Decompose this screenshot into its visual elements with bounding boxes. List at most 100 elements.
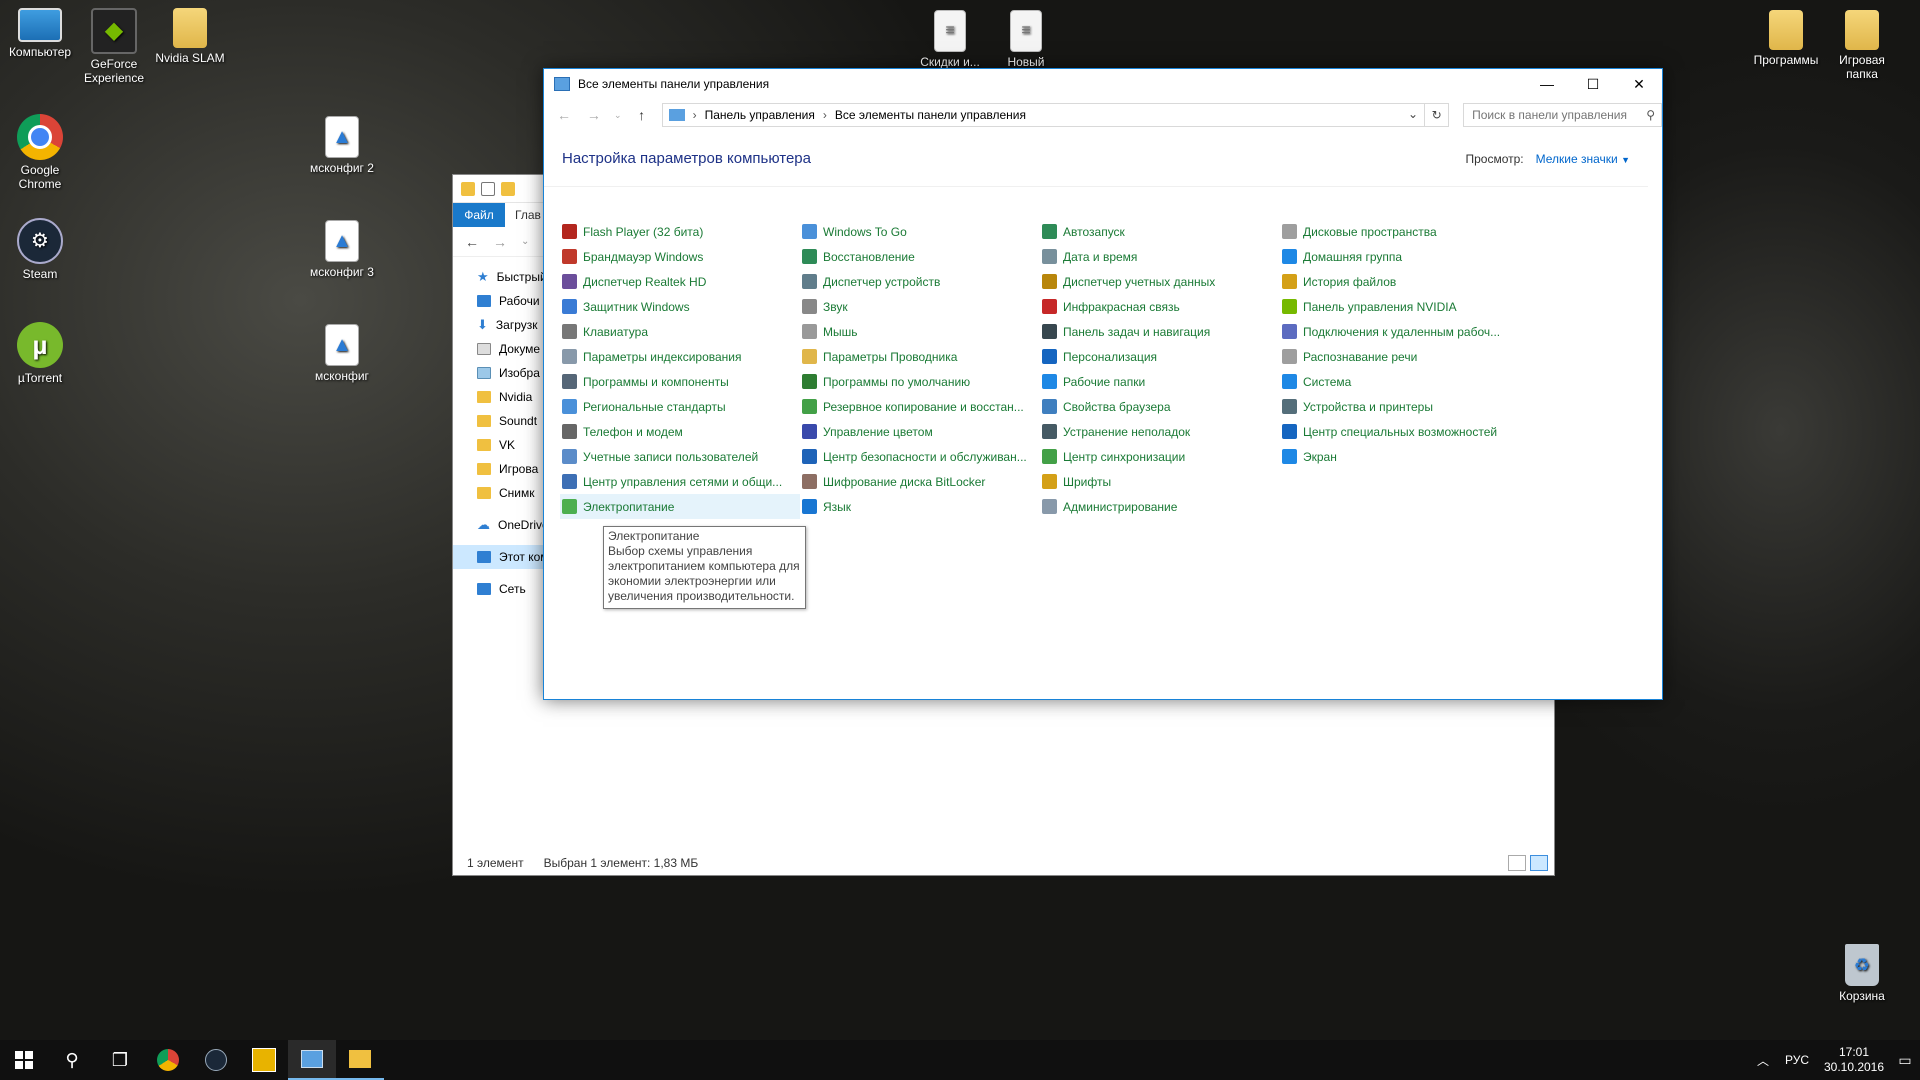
forward-arrow-icon[interactable]: → (584, 107, 604, 123)
cp-item[interactable]: Учетные записи пользователей (560, 444, 800, 469)
back-arrow-icon[interactable]: ← (465, 234, 479, 250)
search-icon[interactable]: ⚲ (1646, 108, 1655, 122)
notification-icon[interactable]: ▭ (1890, 1052, 1920, 1069)
cp-item[interactable]: Звук (800, 294, 1040, 319)
cp-item[interactable]: История файлов (1280, 269, 1520, 294)
forward-arrow-icon[interactable]: → (493, 234, 507, 250)
minimize-button[interactable]: — (1524, 69, 1570, 99)
cp-item[interactable]: Диспетчер устройств (800, 269, 1040, 294)
recent-locations-icon[interactable]: ⌄ (614, 110, 622, 121)
cp-item[interactable]: Параметры Проводника (800, 344, 1040, 369)
desktop-icon-discounts[interactable]: ≡ Скидки и... (910, 10, 990, 69)
search-input[interactable] (1472, 108, 1643, 122)
desktop-icon-geforce[interactable]: ◆ GeForce Experience (74, 8, 154, 85)
taskbar-chrome[interactable] (144, 1040, 192, 1080)
cp-item[interactable]: Панель управления NVIDIA (1280, 294, 1520, 319)
desktop-icon-computer[interactable]: Компьютер (0, 8, 80, 59)
chevron-up-icon[interactable]: ︿ (1750, 1052, 1776, 1069)
large-icons-view-icon[interactable] (1530, 855, 1548, 871)
cp-item[interactable]: Шрифты (1040, 469, 1280, 494)
cp-item[interactable]: Дата и время (1040, 244, 1280, 269)
start-button[interactable] (0, 1040, 48, 1080)
cp-item[interactable]: Региональные стандарты (560, 394, 800, 419)
cp-item[interactable]: Домашняя группа (1280, 244, 1520, 269)
desktop-icon-utorrent[interactable]: µ µTorrent (0, 322, 80, 385)
taskbar-app-yellow[interactable] (240, 1040, 288, 1080)
task-view-button[interactable]: ❐ (96, 1040, 144, 1080)
new-folder-icon[interactable] (501, 181, 515, 196)
desktop-icon-msconfig-2[interactable]: ▲ мсконфиг 2 (302, 116, 382, 175)
sidebar-item-quick-access[interactable]: ★ Быстрый (453, 265, 549, 289)
cp-item[interactable]: Система (1280, 369, 1520, 394)
cp-item[interactable]: Автозапуск (1040, 219, 1280, 244)
desktop-icon-msconfig[interactable]: ▲ мсконфиг (302, 324, 382, 383)
desktop-icon-game-folder[interactable]: Игровая папка (1822, 10, 1902, 81)
cp-item[interactable]: Диспетчер Realtek HD (560, 269, 800, 294)
sidebar-item-onedrive[interactable]: ☁ OneDrive (453, 513, 549, 537)
cp-item[interactable]: Flash Player (32 бита) (560, 219, 800, 244)
cp-item[interactable]: Свойства браузера (1040, 394, 1280, 419)
cp-item[interactable]: Телефон и модем (560, 419, 800, 444)
cp-item[interactable]: Устранение неполадок (1040, 419, 1280, 444)
up-arrow-icon[interactable]: ↑ (632, 107, 652, 123)
taskbar-file-explorer[interactable] (336, 1040, 384, 1080)
cp-item[interactable]: Программы и компоненты (560, 369, 800, 394)
cp-item[interactable]: Клавиатура (560, 319, 800, 344)
taskbar-control-panel[interactable] (288, 1040, 336, 1080)
cp-item[interactable]: Распознавание речи (1280, 344, 1520, 369)
cp-item[interactable]: Мышь (800, 319, 1040, 344)
sidebar-item-nvidia[interactable]: Nvidia (453, 385, 549, 409)
sidebar-item-game-folder[interactable]: Игрова (453, 457, 549, 481)
sidebar-item-vk[interactable]: VK (453, 433, 549, 457)
sidebar-item-network[interactable]: Сеть (453, 577, 549, 601)
cp-item[interactable]: Резервное копирование и восстан... (800, 394, 1040, 419)
cp-item[interactable]: Защитник Windows (560, 294, 800, 319)
chevron-down-icon[interactable]: ⌄ (1408, 107, 1418, 121)
cp-item[interactable]: Устройства и принтеры (1280, 394, 1520, 419)
properties-icon[interactable] (481, 181, 495, 196)
breadcrumb-all-items[interactable]: Все элементы панели управления (835, 108, 1026, 122)
desktop-icon-msconfig-3[interactable]: ▲ мсконфиг 3 (302, 220, 382, 279)
clock[interactable]: 17:01 30.10.2016 (1818, 1045, 1890, 1075)
cp-item[interactable]: Восстановление (800, 244, 1040, 269)
refresh-icon[interactable]: ↻ (1424, 104, 1448, 126)
cp-item[interactable]: Язык (800, 494, 1040, 519)
chevron-down-icon[interactable]: ⌄ (521, 236, 529, 247)
cp-item[interactable]: Центр безопасности и обслуживан... (800, 444, 1040, 469)
cp-item[interactable]: Экран (1280, 444, 1520, 469)
ribbon-file-tab[interactable]: Файл (453, 203, 505, 227)
folder-icon[interactable] (461, 181, 475, 196)
sidebar-item-soundtrack[interactable]: Soundt (453, 409, 549, 433)
desktop-icon-nvidia-slam[interactable]: Nvidia SLAM (150, 8, 230, 65)
sidebar-item-screenshots[interactable]: Снимк (453, 481, 549, 505)
desktop-icon-recycle-bin[interactable]: ♻ Корзина (1822, 944, 1902, 1003)
cp-item[interactable]: Центр специальных возможностей (1280, 419, 1520, 444)
desktop-icon-steam[interactable]: ⚙ Steam (0, 218, 80, 281)
details-view-icon[interactable] (1508, 855, 1526, 871)
search-button[interactable]: ⚲ (48, 1040, 96, 1080)
cp-item[interactable]: Инфракрасная связь (1040, 294, 1280, 319)
address-bar[interactable]: › Панель управления › Все элементы панел… (661, 103, 1450, 127)
cp-item[interactable]: Подключения к удаленным рабоч... (1280, 319, 1520, 344)
desktop-icon-new[interactable]: ≡ Новый (986, 10, 1066, 69)
cp-item[interactable]: Диспетчер учетных данных (1040, 269, 1280, 294)
desktop-icon-chrome[interactable]: Google Chrome (0, 114, 80, 191)
desktop-icon-programs[interactable]: Программы (1746, 10, 1826, 67)
cp-item[interactable]: Администрирование (1040, 494, 1280, 519)
back-arrow-icon[interactable]: ← (554, 107, 574, 123)
cp-item[interactable]: Windows To Go (800, 219, 1040, 244)
sidebar-item-downloads[interactable]: ⬇ Загрузк (453, 313, 549, 337)
view-mode-dropdown[interactable]: Мелкие значки ▼ (1536, 152, 1630, 166)
breadcrumb-control-panel[interactable]: Панель управления (705, 108, 815, 122)
cp-item[interactable]: Центр синхронизации (1040, 444, 1280, 469)
cp-item[interactable]: Управление цветом (800, 419, 1040, 444)
sidebar-item-this-pc[interactable]: Этот ком (453, 545, 549, 569)
sidebar-item-pictures[interactable]: Изобра (453, 361, 549, 385)
cp-item[interactable]: Панель задач и навигация (1040, 319, 1280, 344)
language-indicator[interactable]: РУС (1776, 1053, 1818, 1067)
cp-item[interactable]: Центр управления сетями и общи... (560, 469, 800, 494)
cp-item[interactable]: Рабочие папки (1040, 369, 1280, 394)
cp-item[interactable]: Дисковые пространства (1280, 219, 1520, 244)
cp-item[interactable]: Программы по умолчанию (800, 369, 1040, 394)
cp-item[interactable]: Брандмауэр Windows (560, 244, 800, 269)
